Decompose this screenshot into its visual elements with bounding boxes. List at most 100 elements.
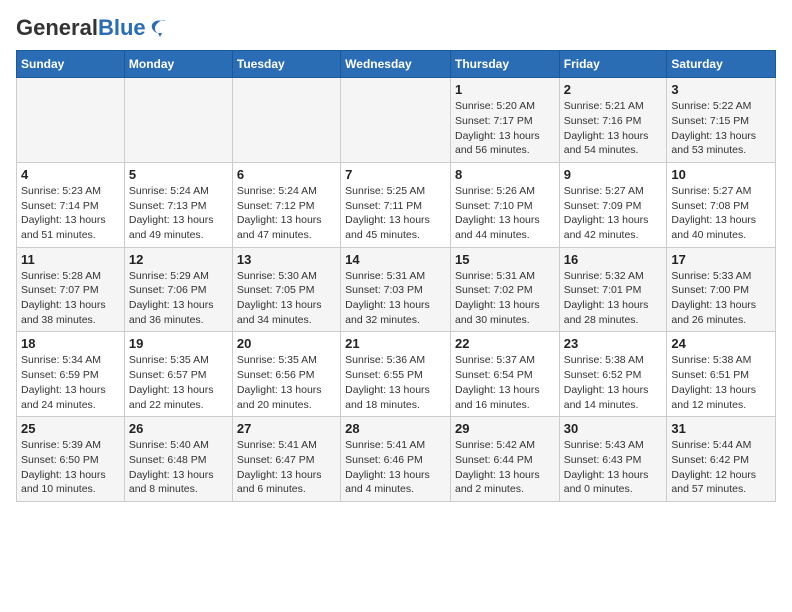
day-cell: 2 Sunrise: 5:21 AM Sunset: 7:16 PM Daylig… (559, 78, 667, 163)
day-info: Sunrise: 5:24 AM Sunset: 7:13 PM Dayligh… (129, 184, 228, 243)
day-number: 15 (455, 252, 555, 267)
day-cell: 26Sunrise: 5:40 AM Sunset: 6:48 PM Dayli… (124, 417, 232, 502)
day-info: Sunrise: 5:24 AM Sunset: 7:12 PM Dayligh… (237, 184, 336, 243)
day-number: 21 (345, 336, 446, 351)
day-cell: 15Sunrise: 5:31 AM Sunset: 7:02 PM Dayli… (450, 247, 559, 332)
day-cell (17, 78, 125, 163)
day-info: Sunrise: 5:44 AM Sunset: 6:42 PM Dayligh… (671, 438, 771, 497)
day-number: 31 (671, 421, 771, 436)
day-cell: 10 Sunrise: 5:27 AM Sunset: 7:08 PM Dayli… (667, 162, 776, 247)
day-info: Sunrise: 5:22 AM Sunset: 7:15 PM Dayligh… (671, 99, 771, 158)
logo-general: General (16, 15, 98, 40)
calendar-header-row: SundayMondayTuesdayWednesdayThursdayFrid… (17, 51, 776, 78)
col-header-saturday: Saturday (667, 51, 776, 78)
day-number: 18 (21, 336, 120, 351)
day-number: 16 (564, 252, 663, 267)
day-info: Sunrise: 5:28 AM Sunset: 7:07 PM Dayligh… (21, 269, 120, 328)
day-number: 14 (345, 252, 446, 267)
day-number: 4 (21, 167, 120, 182)
week-row-5: 25 Sunrise: 5:39 AM Sunset: 6:50 PM Dayli… (17, 417, 776, 502)
day-cell: 24 Sunrise: 5:38 AM Sunset: 6:51 PM Dayli… (667, 332, 776, 417)
day-cell: 4 Sunrise: 5:23 AM Sunset: 7:14 PM Daylig… (17, 162, 125, 247)
day-info: Sunrise: 5:37 AM Sunset: 6:54 PM Dayligh… (455, 353, 555, 412)
day-cell: 6 Sunrise: 5:24 AM Sunset: 7:12 PM Daylig… (232, 162, 340, 247)
day-number: 8 (455, 167, 555, 182)
day-number: 1 (455, 82, 555, 97)
day-cell: 17 Sunrise: 5:33 AM Sunset: 7:00 PM Dayli… (667, 247, 776, 332)
day-number: 9 (564, 167, 663, 182)
logo-text: GeneralBlue (16, 16, 146, 40)
day-number: 3 (671, 82, 771, 97)
day-cell: 16 Sunrise: 5:32 AM Sunset: 7:01 PM Dayli… (559, 247, 667, 332)
day-info: Sunrise: 5:26 AM Sunset: 7:10 PM Dayligh… (455, 184, 555, 243)
day-cell: 1 Sunrise: 5:20 AM Sunset: 7:17 PM Daylig… (450, 78, 559, 163)
logo: GeneralBlue (16, 16, 170, 40)
col-header-thursday: Thursday (450, 51, 559, 78)
day-info: Sunrise: 5:20 AM Sunset: 7:17 PM Dayligh… (455, 99, 555, 158)
week-row-3: 11 Sunrise: 5:28 AM Sunset: 7:07 PM Dayli… (17, 247, 776, 332)
day-cell: 30 Sunrise: 5:43 AM Sunset: 6:43 PM Dayli… (559, 417, 667, 502)
day-cell: 8 Sunrise: 5:26 AM Sunset: 7:10 PM Daylig… (450, 162, 559, 247)
day-cell: 7 Sunrise: 5:25 AM Sunset: 7:11 PM Daylig… (341, 162, 451, 247)
day-info: Sunrise: 5:32 AM Sunset: 7:01 PM Dayligh… (564, 269, 663, 328)
week-row-2: 4 Sunrise: 5:23 AM Sunset: 7:14 PM Daylig… (17, 162, 776, 247)
day-info: Sunrise: 5:23 AM Sunset: 7:14 PM Dayligh… (21, 184, 120, 243)
day-number: 12 (129, 252, 228, 267)
day-number: 10 (671, 167, 771, 182)
day-number: 20 (237, 336, 336, 351)
day-cell: 5 Sunrise: 5:24 AM Sunset: 7:13 PM Daylig… (124, 162, 232, 247)
day-cell: 13 Sunrise: 5:30 AM Sunset: 7:05 PM Dayli… (232, 247, 340, 332)
day-info: Sunrise: 5:27 AM Sunset: 7:08 PM Dayligh… (671, 184, 771, 243)
day-info: Sunrise: 5:21 AM Sunset: 7:16 PM Dayligh… (564, 99, 663, 158)
day-number: 11 (21, 252, 120, 267)
day-cell: 25 Sunrise: 5:39 AM Sunset: 6:50 PM Dayli… (17, 417, 125, 502)
day-number: 30 (564, 421, 663, 436)
day-number: 24 (671, 336, 771, 351)
day-cell: 14Sunrise: 5:31 AM Sunset: 7:03 PM Dayli… (341, 247, 451, 332)
day-info: Sunrise: 5:35 AM Sunset: 6:56 PM Dayligh… (237, 353, 336, 412)
col-header-tuesday: Tuesday (232, 51, 340, 78)
week-row-4: 18 Sunrise: 5:34 AM Sunset: 6:59 PM Dayli… (17, 332, 776, 417)
day-info: Sunrise: 5:36 AM Sunset: 6:55 PM Dayligh… (345, 353, 446, 412)
day-cell: 21 Sunrise: 5:36 AM Sunset: 6:55 PM Dayli… (341, 332, 451, 417)
day-number: 25 (21, 421, 120, 436)
day-info: Sunrise: 5:42 AM Sunset: 6:44 PM Dayligh… (455, 438, 555, 497)
day-cell: 18 Sunrise: 5:34 AM Sunset: 6:59 PM Dayli… (17, 332, 125, 417)
day-info: Sunrise: 5:29 AM Sunset: 7:06 PM Dayligh… (129, 269, 228, 328)
col-header-sunday: Sunday (17, 51, 125, 78)
day-info: Sunrise: 5:39 AM Sunset: 6:50 PM Dayligh… (21, 438, 120, 497)
logo-bird-icon (148, 17, 170, 39)
day-info: Sunrise: 5:30 AM Sunset: 7:05 PM Dayligh… (237, 269, 336, 328)
day-number: 27 (237, 421, 336, 436)
col-header-friday: Friday (559, 51, 667, 78)
day-info: Sunrise: 5:34 AM Sunset: 6:59 PM Dayligh… (21, 353, 120, 412)
page-header: GeneralBlue (16, 16, 776, 40)
day-cell: 9Sunrise: 5:27 AM Sunset: 7:09 PM Daylig… (559, 162, 667, 247)
day-number: 6 (237, 167, 336, 182)
day-number: 2 (564, 82, 663, 97)
day-number: 23 (564, 336, 663, 351)
day-info: Sunrise: 5:25 AM Sunset: 7:11 PM Dayligh… (345, 184, 446, 243)
day-cell: 3 Sunrise: 5:22 AM Sunset: 7:15 PM Daylig… (667, 78, 776, 163)
day-number: 22 (455, 336, 555, 351)
day-info: Sunrise: 5:40 AM Sunset: 6:48 PM Dayligh… (129, 438, 228, 497)
day-info: Sunrise: 5:33 AM Sunset: 7:00 PM Dayligh… (671, 269, 771, 328)
day-info: Sunrise: 5:43 AM Sunset: 6:43 PM Dayligh… (564, 438, 663, 497)
day-cell: 31 Sunrise: 5:44 AM Sunset: 6:42 PM Dayli… (667, 417, 776, 502)
day-number: 17 (671, 252, 771, 267)
week-row-1: 1 Sunrise: 5:20 AM Sunset: 7:17 PM Daylig… (17, 78, 776, 163)
day-cell: 20 Sunrise: 5:35 AM Sunset: 6:56 PM Dayli… (232, 332, 340, 417)
day-number: 5 (129, 167, 228, 182)
day-cell: 11 Sunrise: 5:28 AM Sunset: 7:07 PM Dayli… (17, 247, 125, 332)
calendar-table: SundayMondayTuesdayWednesdayThursdayFrid… (16, 50, 776, 502)
day-number: 29 (455, 421, 555, 436)
col-header-wednesday: Wednesday (341, 51, 451, 78)
day-cell: 22 Sunrise: 5:37 AM Sunset: 6:54 PM Dayli… (450, 332, 559, 417)
day-info: Sunrise: 5:38 AM Sunset: 6:52 PM Dayligh… (564, 353, 663, 412)
day-number: 13 (237, 252, 336, 267)
day-cell: 19Sunrise: 5:35 AM Sunset: 6:57 PM Dayli… (124, 332, 232, 417)
day-info: Sunrise: 5:38 AM Sunset: 6:51 PM Dayligh… (671, 353, 771, 412)
day-number: 7 (345, 167, 446, 182)
day-cell: 27Sunrise: 5:41 AM Sunset: 6:47 PM Dayli… (232, 417, 340, 502)
day-cell: 23 Sunrise: 5:38 AM Sunset: 6:52 PM Dayli… (559, 332, 667, 417)
